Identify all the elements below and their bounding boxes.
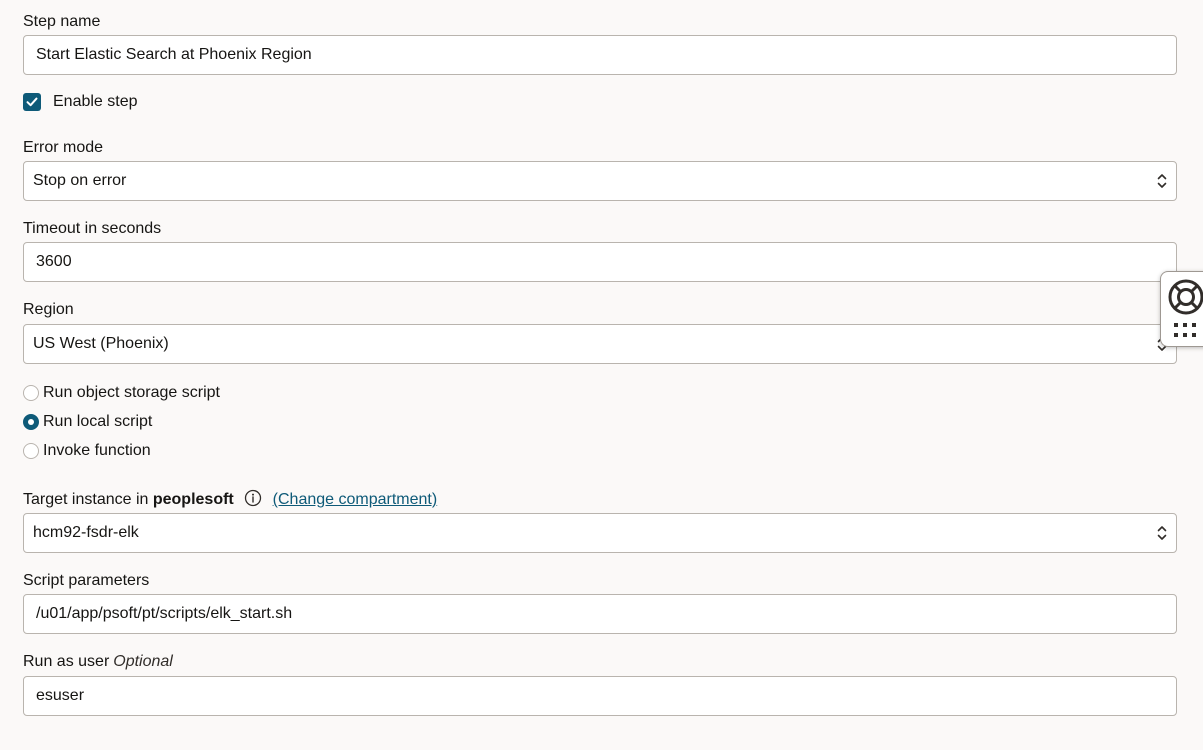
chevron-up-down-icon: [1157, 174, 1167, 188]
radio-invoke-function[interactable]: Invoke function: [23, 441, 151, 461]
run-as-user-label-text: Run as user: [23, 653, 110, 670]
region-select[interactable]: US West (Phoenix): [23, 324, 1177, 364]
step-name-label: Step name: [23, 13, 101, 30]
timeout-label: Timeout in seconds: [23, 220, 162, 237]
region-value: US West (Phoenix): [33, 335, 169, 352]
radio-label: Invoke function: [43, 442, 151, 459]
radio-button[interactable]: [23, 443, 39, 459]
timeout-value: 3600: [36, 253, 72, 270]
radio-object-storage-script[interactable]: Run object storage script: [23, 383, 220, 403]
region-label: Region: [23, 301, 74, 318]
grid-dots-icon[interactable]: [1173, 322, 1201, 340]
target-instance-select[interactable]: hcm92-fsdr-elk: [23, 513, 1177, 553]
radio-button-selected[interactable]: [23, 414, 39, 430]
run-as-user-input[interactable]: esuser: [23, 676, 1177, 716]
target-instance-label-prefix: Target instance in: [23, 491, 149, 508]
error-mode-label: Error mode: [23, 139, 104, 156]
run-as-user-value: esuser: [36, 687, 85, 704]
enable-step-checkbox-row[interactable]: Enable step: [23, 92, 138, 112]
script-parameters-value: /u01/app/psoft/pt/scripts/elk_start.sh: [36, 605, 293, 622]
target-instance-value: hcm92-fsdr-elk: [33, 524, 139, 541]
checkmark-icon: [26, 97, 38, 107]
error-mode-value: Stop on error: [33, 172, 127, 189]
radio-button[interactable]: [23, 385, 39, 401]
target-instance-label: Target instance in peoplesoft (Change co…: [23, 489, 437, 510]
compartment-name: peoplesoft: [152, 491, 234, 508]
info-icon[interactable]: [244, 489, 262, 507]
radio-label: Run local script: [43, 413, 153, 430]
enable-step-label: Enable step: [53, 93, 138, 110]
radio-label: Run object storage script: [43, 384, 220, 401]
floating-help-widget[interactable]: [1160, 271, 1203, 347]
radio-local-script[interactable]: Run local script: [23, 412, 152, 432]
chevron-up-down-icon: [1157, 526, 1167, 540]
enable-step-checkbox[interactable]: [23, 93, 41, 111]
script-parameters-label: Script parameters: [23, 572, 150, 589]
run-as-user-label: Run as user Optional: [23, 652, 173, 672]
lifebuoy-icon[interactable]: [1167, 278, 1203, 316]
timeout-input[interactable]: 3600: [23, 242, 1177, 282]
error-mode-select[interactable]: Stop on error: [23, 161, 1177, 201]
optional-hint: Optional: [113, 653, 173, 670]
step-form: Step name Start Elastic Search at Phoeni…: [0, 0, 1203, 750]
step-name-value: Start Elastic Search at Phoenix Region: [36, 46, 312, 63]
step-name-input[interactable]: Start Elastic Search at Phoenix Region: [23, 35, 1177, 75]
change-compartment-link[interactable]: (Change compartment): [273, 491, 438, 508]
script-parameters-input[interactable]: /u01/app/psoft/pt/scripts/elk_start.sh: [23, 594, 1177, 634]
